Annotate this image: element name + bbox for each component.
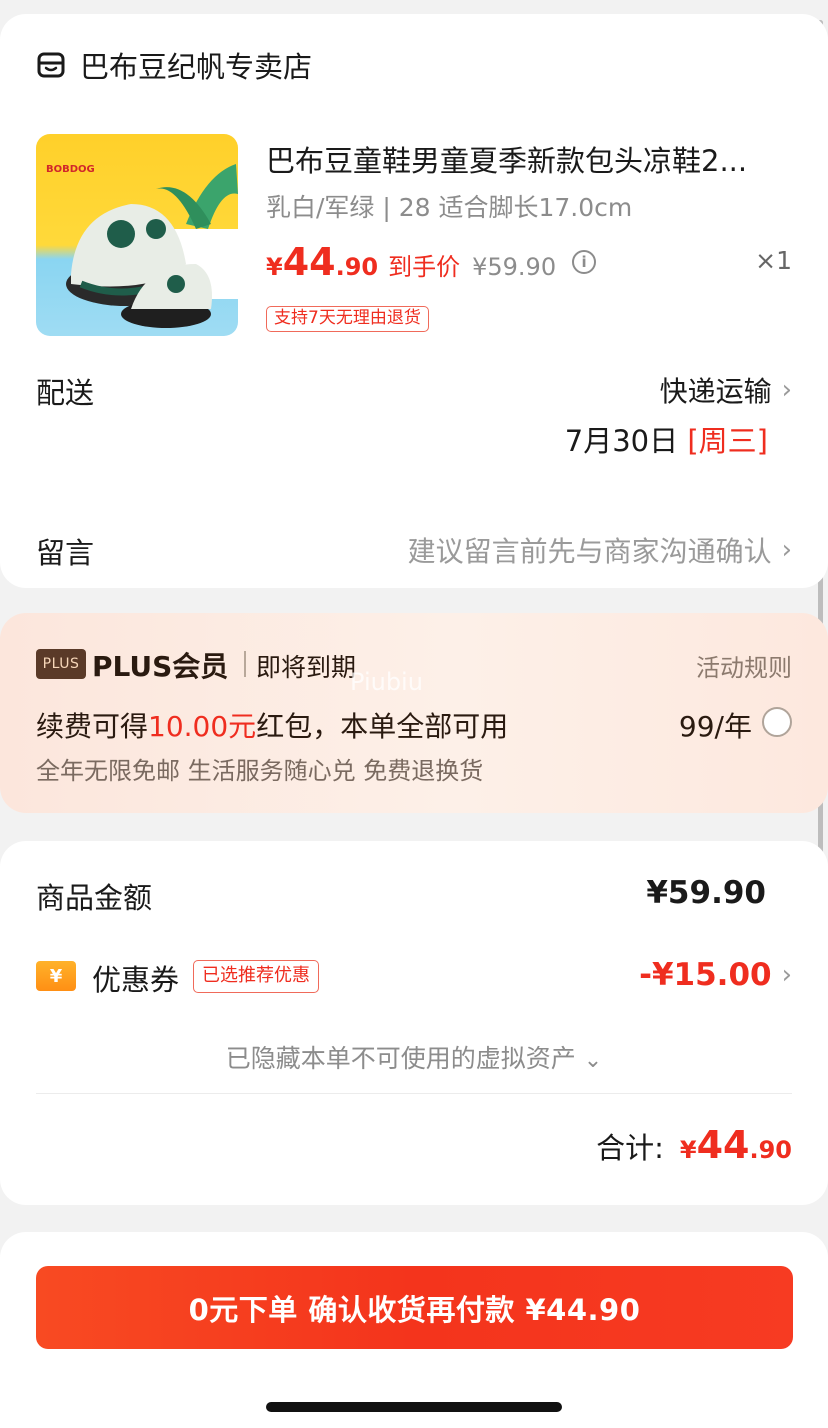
store-name[interactable]: 巴布豆纪帆专卖店 bbox=[80, 44, 312, 86]
chevron-right-icon: › bbox=[781, 375, 792, 405]
delivery-weekday: [周三] bbox=[687, 424, 768, 458]
plus-title: PLUS会员 bbox=[92, 650, 229, 683]
product-title[interactable]: 巴布豆童鞋男童夏季新款包头凉鞋2... bbox=[266, 138, 786, 180]
delivery-date-text: 7月30日 bbox=[564, 424, 679, 458]
storefront-icon bbox=[37, 52, 65, 78]
plus-membership-card[interactable]: PLUS PLUS会员 即将到期 Piubiu 活动规则 续费可得10.00元红… bbox=[0, 613, 828, 813]
note-hint-text: 建议留言前先与商家沟通确认 bbox=[407, 535, 772, 568]
coupon-icon: ¥ bbox=[36, 961, 76, 991]
divider bbox=[36, 1093, 792, 1094]
plus-badge: PLUS bbox=[36, 649, 86, 679]
final-price: ¥44.90 bbox=[266, 240, 379, 284]
plus-status: 即将到期 bbox=[256, 653, 357, 682]
delivery-method-text: 快递运输 bbox=[659, 375, 772, 408]
product-spec[interactable]: 乳白/军绿 | 28 适合脚长17.0cm bbox=[266, 188, 632, 224]
plus-offer-amount: 10.00元 bbox=[148, 710, 257, 743]
chevron-down-icon: ⌄ bbox=[583, 1048, 603, 1073]
bottom-bar: 0元下单 确认收货再付款 ¥44.90 bbox=[0, 1232, 828, 1428]
watermark: Piubiu bbox=[350, 668, 423, 696]
divider bbox=[244, 651, 246, 677]
chevron-right-icon: › bbox=[781, 960, 792, 990]
quantity: ×1 bbox=[755, 246, 792, 275]
delivery-label: 配送 bbox=[36, 376, 95, 410]
brand-logo: BOBDOG bbox=[46, 164, 95, 175]
total-label: 合计: bbox=[596, 1131, 664, 1165]
price-row: ¥44.90 到手价 ¥59.90 i bbox=[266, 240, 597, 284]
chevron-right-icon: › bbox=[781, 535, 792, 565]
goods-amount-label: 商品金额 bbox=[36, 881, 153, 915]
product-thumbnail[interactable]: BOBDOG bbox=[36, 134, 238, 336]
note-label: 留言 bbox=[36, 536, 95, 570]
hidden-assets-text: 已隐藏本单不可使用的虚拟资产 bbox=[225, 1044, 576, 1073]
coupon-recommended-tag: 已选推荐优惠 bbox=[193, 960, 319, 993]
final-price-label: 到手价 bbox=[388, 253, 461, 281]
activity-rules-link[interactable]: 活动规则 bbox=[696, 648, 792, 683]
return-policy-tag: 支持7天无理由退货 bbox=[266, 306, 429, 332]
home-indicator[interactable] bbox=[266, 1402, 562, 1412]
hidden-assets-toggle[interactable]: 已隐藏本单不可使用的虚拟资产 ⌄ bbox=[0, 1039, 828, 1075]
place-order-button[interactable]: 0元下单 确认收货再付款 ¥44.90 bbox=[36, 1266, 793, 1349]
product-card: 巴布豆纪帆专卖店 BOBDOG 巴布豆童鞋男童夏季新款包头凉鞋2... 乳白/军… bbox=[0, 14, 828, 588]
delivery-date: 7月30日 [周三] bbox=[565, 418, 768, 460]
note-field[interactable]: 建议留言前先与商家沟通确认 › bbox=[408, 530, 792, 570]
delivery-method[interactable]: 快递运输 › bbox=[660, 370, 792, 410]
total-row: 合计: ¥44.90 bbox=[596, 1123, 792, 1167]
coupon-label: 优惠券 bbox=[92, 963, 180, 997]
plus-select-radio[interactable] bbox=[762, 707, 792, 737]
original-price: ¥59.90 bbox=[472, 253, 557, 281]
goods-amount-value: ¥59.90 bbox=[646, 875, 766, 911]
plus-offer: 续费可得10.00元红包，本单全部可用 bbox=[36, 710, 509, 743]
total-price: ¥44.90 bbox=[679, 1123, 792, 1167]
plus-price: 99/年 bbox=[678, 710, 752, 743]
coupon-value: -¥15.00 bbox=[639, 957, 772, 993]
info-icon[interactable]: i bbox=[572, 250, 597, 274]
order-amount-card: 商品金额 ¥59.90 ¥ 优惠券 已选推荐优惠 -¥15.00 › 已隐藏本单… bbox=[0, 841, 828, 1205]
plus-benefits: 全年无限免邮 生活服务随心兑 免费退换货 bbox=[36, 757, 484, 785]
coupon-selector[interactable]: -¥15.00 › bbox=[639, 957, 792, 993]
